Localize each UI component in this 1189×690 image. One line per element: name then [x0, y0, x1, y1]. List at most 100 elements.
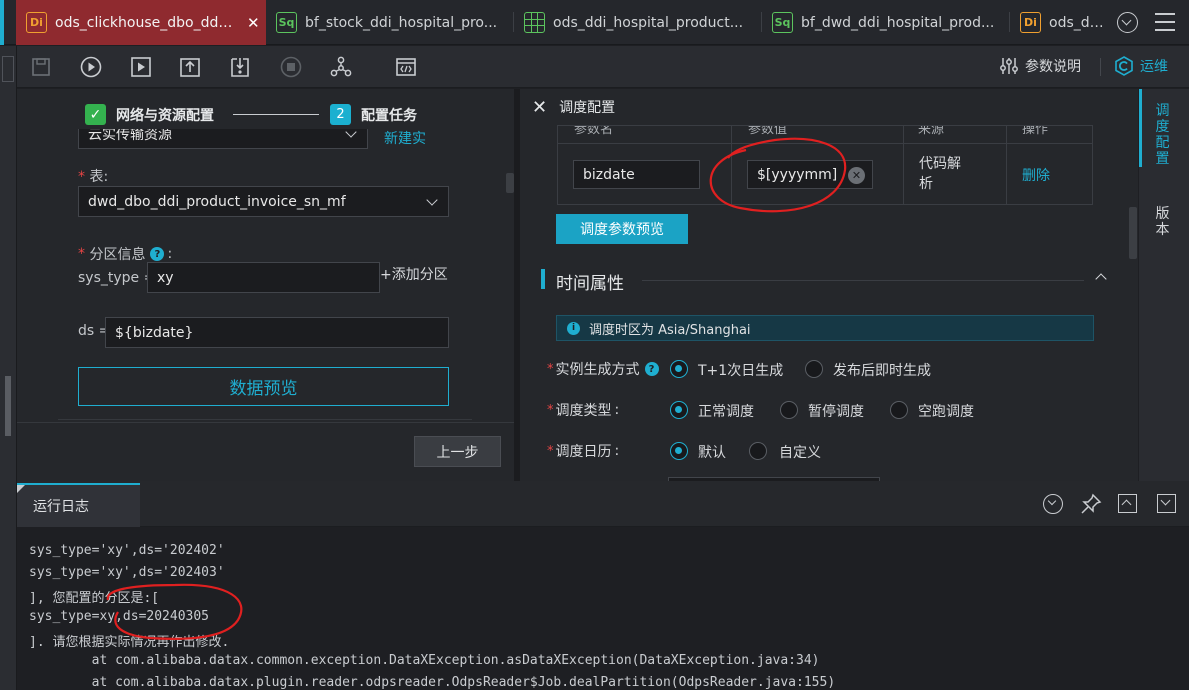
schedule-type-label: * 调度类型 :: [547, 402, 620, 419]
partition-value-sys-type[interactable]: xy: [147, 262, 380, 293]
tab-label: ods_clickhouse_dbo_ddi_...: [55, 14, 235, 31]
menu-icon[interactable]: [1155, 13, 1175, 31]
help-icon[interactable]: ?: [150, 247, 165, 261]
step-1-label: 网络与资源配置: [116, 107, 214, 124]
sql-file-icon: Sq: [276, 12, 297, 33]
preview-params-button[interactable]: 调度参数预览: [556, 214, 688, 244]
params-table-header: 参数名 参数值 来源 操作: [558, 126, 1092, 144]
option-paused-label: 暂停调度: [808, 404, 864, 420]
prev-step-button[interactable]: 上一步: [414, 436, 501, 467]
maximize-icon[interactable]: [1118, 494, 1137, 513]
ide-window: Di ods_clickhouse_dbo_ddi_... ✕ Sq bf_st…: [0, 0, 1189, 690]
tab-label: bf_dwd_ddi_hospital_prod...: [801, 14, 995, 31]
new-datasource-link[interactable]: 新建实: [384, 129, 426, 148]
tab-ods-ddi-hospital[interactable]: ods_ddi_hospital_product...: [514, 0, 762, 45]
params-doc-button[interactable]: 参数说明: [999, 56, 1081, 76]
file-tab-bar: Di ods_clickhouse_dbo_ddi_... ✕ Sq bf_st…: [0, 0, 1189, 45]
tab-bf-stock[interactable]: Sq bf_stock_ddi_hospital_pro...: [266, 0, 514, 45]
add-partition-link[interactable]: +添加分区: [380, 264, 448, 284]
submit-icon[interactable]: [179, 56, 201, 78]
radio-immediate[interactable]: [805, 360, 823, 378]
table-label: * 表:: [78, 169, 109, 185]
radio-custom[interactable]: [749, 442, 767, 460]
tab-label: ods_ddi_hospital_product...: [553, 14, 744, 31]
log-line: ], 您配置的分区是:[: [29, 591, 160, 606]
run-with-params-icon[interactable]: [130, 56, 152, 78]
table-select[interactable]: dwd_dbo_ddi_product_invoice_sn_mf: [78, 186, 449, 217]
ops-icon: [1115, 56, 1133, 76]
collapse-icon[interactable]: [1095, 273, 1107, 285]
partition-label: * 分区信息 ? :: [78, 246, 173, 263]
param-value-input[interactable]: $[yyyymm] ✕: [747, 160, 873, 189]
check-icon: ✓: [85, 104, 106, 125]
clear-icon[interactable]: ✕: [848, 167, 865, 184]
partition-value-ds[interactable]: ${bizdate}: [105, 317, 449, 348]
ops-label: 运维: [1140, 59, 1168, 75]
radio-t1[interactable]: [670, 360, 688, 378]
instance-label: * 实例生成方式 ?: [547, 359, 659, 379]
save-icon[interactable]: [30, 56, 52, 78]
help-icon[interactable]: ?: [644, 362, 659, 376]
right-scrollbar-thumb[interactable]: [1129, 207, 1137, 259]
toolbar: 参数说明 运维: [17, 46, 1189, 88]
timezone-info-bar: i 调度时区为 Asia/Shanghai: [556, 315, 1094, 341]
code-view-icon[interactable]: [395, 56, 417, 78]
option-t1-label: T+1次日生成: [698, 363, 784, 379]
close-icon[interactable]: ✕: [532, 97, 547, 118]
delete-param-link[interactable]: 删除: [1022, 165, 1050, 185]
schedule-config-panel: ✕ 调度配置 参数名 参数值 来源 操作 bizdate $[yyyymm] ✕…: [520, 89, 1138, 481]
log-line: sys_type=xy,ds=20240305: [29, 609, 210, 624]
log-line: ]. 请您根据实际情况再作出修改.: [29, 635, 230, 650]
left-activity-strip: [0, 46, 17, 690]
table-value: dwd_dbo_ddi_product_invoice_sn_mf: [88, 193, 346, 210]
params-doc-label: 参数说明: [1025, 59, 1081, 75]
datasource-select[interactable]: 云实传输资源: [78, 129, 368, 149]
tab-label: bf_stock_ddi_hospital_pro...: [305, 14, 498, 31]
radio-normal[interactable]: [670, 401, 688, 419]
task-config-panel: ✓ 网络与资源配置 2 配置任务 云实传输资源 新建实 * 表: dwd_dbo…: [17, 89, 514, 481]
step-1[interactable]: ✓ 网络与资源配置: [85, 104, 214, 125]
tab-ods-clickhouse[interactable]: Di ods_clickhouse_dbo_ddi_... ✕: [16, 0, 266, 45]
tab-ods-ddi-h[interactable]: Di ods_ddi_h: [1010, 0, 1112, 45]
pin-icon[interactable]: [1080, 493, 1102, 519]
run-icon[interactable]: [80, 56, 102, 78]
params-table: 参数名 参数值 来源 操作 bizdate $[yyyymm] ✕ 代码解 析 …: [557, 125, 1093, 205]
stop-icon[interactable]: [280, 56, 302, 78]
radio-paused[interactable]: [780, 401, 798, 419]
radio-default[interactable]: [670, 442, 688, 460]
di-file-icon: Di: [1020, 12, 1041, 33]
run-log-label: 运行日志: [33, 499, 89, 515]
side-tab-schedule[interactable]: 调度配置: [1154, 103, 1171, 167]
side-tabs: 调度配置 版本: [1139, 89, 1189, 481]
close-icon[interactable]: ✕: [247, 14, 260, 32]
log-line: at com.alibaba.datax.plugin.reader.odpsr…: [29, 675, 836, 690]
dependency-graph-icon[interactable]: [330, 56, 352, 78]
log-line: at com.alibaba.datax.common.exception.Da…: [29, 653, 820, 668]
schedule-title: 调度配置: [559, 100, 616, 116]
ops-button[interactable]: 运维: [1114, 56, 1168, 76]
data-preview-button[interactable]: 数据预览: [78, 367, 449, 406]
option-immediate-label: 发布后即时生成: [833, 363, 931, 379]
minimize-icon[interactable]: [1157, 494, 1176, 513]
radio-dry-run[interactable]: [890, 401, 908, 419]
param-source: 代码解 析: [919, 156, 961, 192]
tab-overflow-icon[interactable]: [1117, 12, 1138, 33]
time-attributes-title: 时间属性: [556, 274, 624, 294]
option-dry-run-label: 空跑调度: [918, 404, 974, 420]
publish-icon[interactable]: [229, 56, 251, 78]
schedule-header: ✕ 调度配置: [520, 89, 1138, 125]
chevron-down-icon[interactable]: [1043, 494, 1063, 514]
step-2[interactable]: 2 配置任务: [330, 104, 417, 125]
log-output[interactable]: sys_type='xy',ds='202402' sys_type='xy',…: [17, 527, 1189, 690]
tab-bf-dwd[interactable]: Sq bf_dwd_ddi_hospital_prod...: [762, 0, 1010, 45]
log-line: sys_type='xy',ds='202402': [29, 543, 225, 558]
timezone-info-text: 调度时区为 Asia/Shanghai: [589, 322, 751, 338]
calendar-label: * 调度日历 :: [547, 443, 620, 460]
di-file-icon: Di: [26, 12, 47, 33]
left-scrollbar-thumb[interactable]: [506, 173, 514, 193]
tab-run-log[interactable]: 运行日志: [17, 483, 140, 527]
param-name-input[interactable]: bizdate: [573, 160, 700, 189]
log-line: sys_type='xy',ds='202403': [29, 565, 225, 580]
left-accent: [0, 0, 4, 45]
side-tab-version[interactable]: 版本: [1154, 206, 1171, 238]
